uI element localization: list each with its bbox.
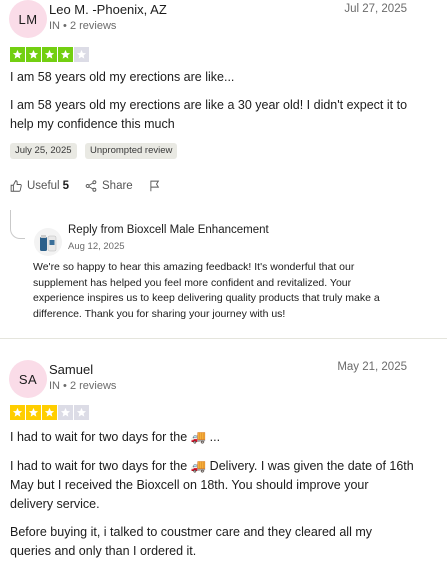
useful-count: 5 xyxy=(62,180,70,192)
bottle-logo-icon xyxy=(40,235,57,252)
star-rating xyxy=(10,47,89,62)
reviewer-name[interactable]: Leo M. -Phoenix, AZ xyxy=(49,2,167,17)
reply-text: We're so happy to hear this amazing feed… xyxy=(33,261,380,320)
thumbs-up-icon xyxy=(10,180,22,192)
review-actions: Useful 5 Share xyxy=(10,180,182,192)
avatar[interactable]: LM xyxy=(9,0,47,38)
review-body: I am 58 years old my erections are like … xyxy=(10,98,408,131)
star-icon xyxy=(10,47,25,62)
reviewer-meta: IN • 2 reviews xyxy=(49,20,117,32)
review-title[interactable]: I had to wait for two days for the 🚚 ... xyxy=(10,430,220,445)
star-icon xyxy=(58,405,73,420)
star-icon xyxy=(58,47,73,62)
star-icon xyxy=(10,405,25,420)
review-body-paragraph: Before buying it, i talked to coustmer c… xyxy=(10,525,372,558)
useful-label: Useful xyxy=(27,180,60,192)
reply-date: Aug 12, 2025 xyxy=(68,241,125,252)
reply-author: Reply from Bioxcell Male Enhancement xyxy=(68,224,269,236)
flag-icon xyxy=(150,180,159,192)
useful-button[interactable]: Useful 5 xyxy=(10,180,69,192)
reviewer-meta: IN • 2 reviews xyxy=(49,380,117,392)
avatar[interactable]: SA xyxy=(9,360,47,398)
date-of-experience-tag: July 25, 2025 xyxy=(10,143,77,159)
star-icon xyxy=(26,405,41,420)
report-button[interactable] xyxy=(149,180,166,192)
star-rating xyxy=(10,405,89,420)
review-date: May 21, 2025 xyxy=(337,361,407,373)
share-button[interactable]: Share xyxy=(85,180,133,192)
star-icon xyxy=(74,405,89,420)
review-date: Jul 27, 2025 xyxy=(344,3,407,15)
star-icon xyxy=(26,47,41,62)
company-logo xyxy=(34,228,62,256)
unprompted-review-tag: Unprompted review xyxy=(85,143,178,159)
star-icon xyxy=(42,405,57,420)
review-divider xyxy=(0,338,447,339)
reply-connector xyxy=(10,210,25,239)
review-title[interactable]: I am 58 years old my erections are like.… xyxy=(10,70,234,84)
review-body-paragraph: I had to wait for two days for the 🚚 Del… xyxy=(10,459,414,511)
share-label: Share xyxy=(102,180,133,192)
share-icon xyxy=(85,180,97,192)
star-icon xyxy=(42,47,57,62)
reviewer-name[interactable]: Samuel xyxy=(49,362,93,377)
star-icon xyxy=(74,47,89,62)
